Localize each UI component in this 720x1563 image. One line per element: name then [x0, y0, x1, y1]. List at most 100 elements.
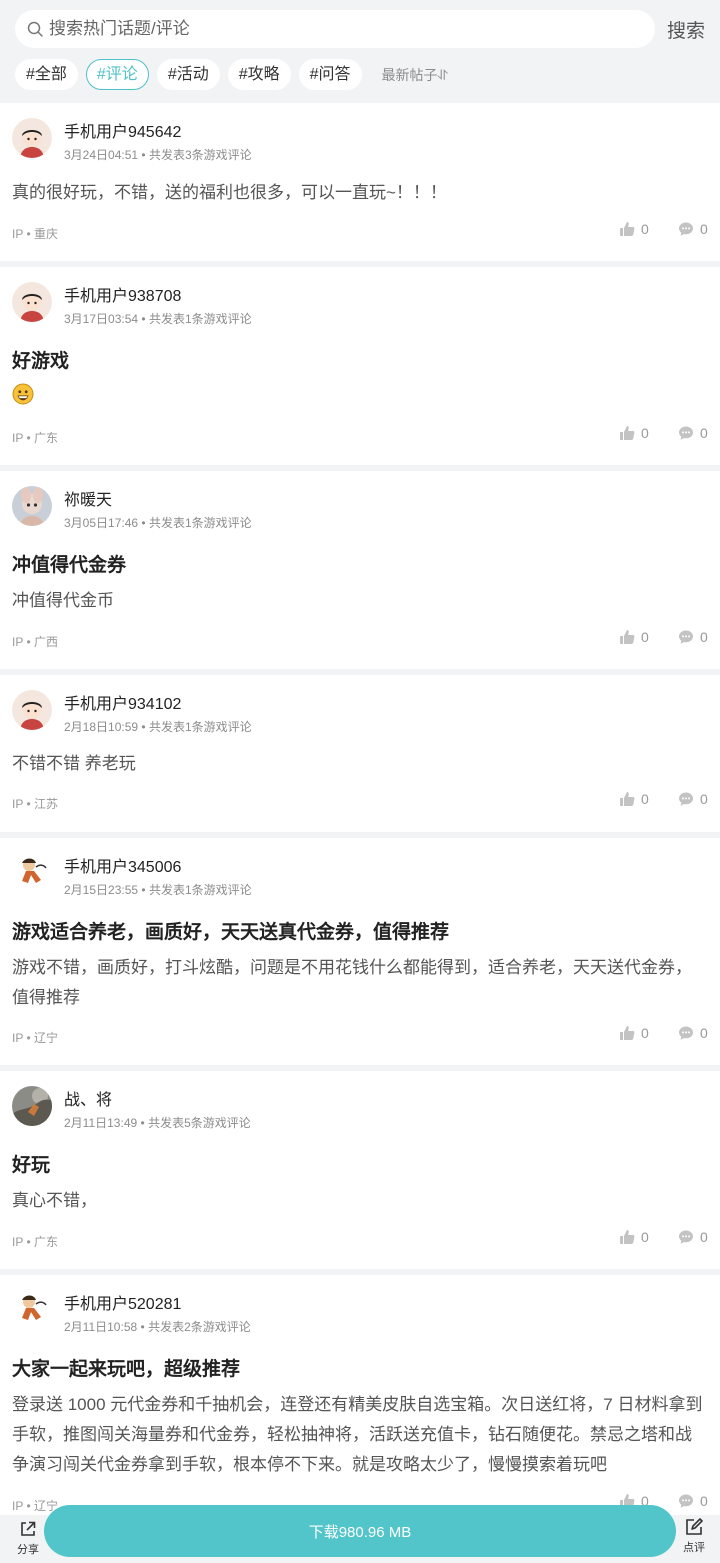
post-body: 真心不错，	[12, 1191, 97, 1210]
filter-chip-qa[interactable]: #问答	[298, 59, 362, 90]
meta-separator: •	[141, 312, 146, 326]
sort-latest-button[interactable]: 最新帖子⥯	[382, 65, 448, 85]
post-time: 3月24日04:51	[64, 148, 139, 162]
search-bar[interactable]	[15, 10, 655, 48]
filter-chip-event[interactable]: #活动	[156, 59, 220, 90]
post-title: 大家一起来玩吧，超级推荐	[12, 1359, 241, 1380]
loc-separator: •	[26, 431, 31, 445]
post-meta: 2月11日10:58 • 共发表2条游戏评论	[64, 1318, 251, 1335]
like-button[interactable]: 0	[619, 629, 649, 645]
avatar[interactable]	[12, 853, 52, 893]
review-label: 点评	[683, 1542, 705, 1554]
post-title: 好玩	[12, 1155, 51, 1176]
like-button[interactable]: 0	[619, 425, 649, 441]
meta-separator: •	[140, 1116, 145, 1130]
thumbs-up-icon	[620, 426, 635, 440]
post-card[interactable]: 祢暖天 3月05日17:46 • 共发表1条游戏评论冲值得代金券 冲值得代金币 IP …	[0, 471, 720, 669]
like-button[interactable]: 0	[619, 221, 649, 237]
like-button[interactable]: 0	[619, 791, 649, 807]
post-username[interactable]: 手机用户345006	[64, 853, 181, 877]
ip-label: IP	[12, 1031, 24, 1045]
comment-icon	[679, 222, 693, 236]
location-name: 广西	[34, 635, 59, 649]
download-button[interactable]: 下载980.96 MB	[44, 1505, 676, 1557]
comment-count: 0	[700, 221, 708, 237]
post-username[interactable]: 手机用户945642	[64, 118, 181, 142]
thumbs-up-icon	[620, 1026, 635, 1040]
post-username[interactable]: 祢暖天	[64, 486, 112, 510]
edit-icon	[686, 1518, 703, 1535]
location-name: 重庆	[34, 227, 59, 241]
loc-separator: •	[26, 1235, 31, 1249]
search-input[interactable]	[49, 10, 639, 48]
post-username[interactable]: 手机用户938708	[64, 282, 181, 306]
comment-button[interactable]: 0	[678, 629, 708, 645]
comment-button[interactable]: 0	[678, 1229, 708, 1245]
share-button[interactable]: 分享	[14, 1519, 42, 1557]
avatar[interactable]	[12, 118, 52, 158]
filter-chip-all[interactable]: #全部	[15, 59, 78, 90]
post-card[interactable]: 手机用户938708 3月17日03:54 • 共发表1条游戏评论 好游戏 IP • …	[0, 267, 720, 465]
post-meta: 3月24日04:51 • 共发表3条游戏评论	[64, 146, 252, 163]
meta-separator: •	[141, 720, 146, 734]
filter-chip-guide[interactable]: #攻略	[227, 59, 291, 90]
like-count: 0	[641, 221, 649, 237]
comment-button[interactable]: 0	[678, 221, 708, 237]
like-button[interactable]: 0	[619, 1229, 649, 1245]
thumbs-up-icon	[620, 1230, 635, 1244]
post-body: 真的很好玩，不错，送的福利也很多，可以一直玩~！！！	[12, 183, 447, 202]
grinning-face-icon	[12, 383, 34, 405]
post-location: IP • 广东	[12, 1233, 58, 1250]
loc-separator: •	[26, 797, 31, 811]
ip-label: IP	[12, 227, 24, 241]
location-name: 广东	[34, 431, 59, 445]
post-username[interactable]: 手机用户520281	[64, 1290, 181, 1314]
post-location: IP • 广西	[12, 633, 58, 650]
meta-separator: •	[141, 516, 146, 530]
comment-button[interactable]: 0	[678, 425, 708, 441]
avatar[interactable]	[12, 486, 52, 526]
location-name: 广东	[34, 1235, 59, 1249]
post-title: 冲值得代金券	[12, 555, 127, 576]
post-card[interactable]: 手机用户934102 2月18日10:59 • 共发表1条游戏评论 不错不错 养老玩…	[0, 675, 720, 832]
like-button[interactable]: 0	[619, 1025, 649, 1041]
post-emoji	[12, 383, 34, 405]
comment-icon	[679, 1026, 693, 1040]
comment-icon	[679, 792, 693, 806]
post-username[interactable]: 战、将	[64, 1086, 112, 1110]
comment-button[interactable]: 0	[678, 791, 708, 807]
post-time: 2月15日23:55	[64, 883, 139, 897]
avatar[interactable]	[12, 1290, 52, 1330]
ip-label: IP	[12, 431, 24, 445]
post-time: 2月18日10:59	[64, 720, 139, 734]
post-time: 2月11日13:49	[64, 1116, 138, 1130]
post-body: 登录送 1000 元代金券和千抽机会，连登还有精美皮肤自选宝箱。次日送红将，7 …	[12, 1395, 703, 1474]
search-icon	[27, 21, 43, 37]
comment-count: 0	[700, 1229, 708, 1245]
loc-separator: •	[26, 1031, 31, 1045]
loc-separator: •	[26, 227, 31, 241]
avatar[interactable]	[12, 690, 52, 730]
post-card[interactable]: 战、将 2月11日13:49 • 共发表5条游戏评论 好玩 真心不错， IP • 广东 0…	[0, 1071, 720, 1269]
post-review-count: 共发表1条游戏评论	[148, 720, 252, 734]
top-area: 搜索 #全部 #评论 #活动 #攻略 #问答 最新帖子⥯	[0, 0, 720, 103]
post-card[interactable]: 手机用户345006 2月15日23:55 • 共发表1条游戏评论 游戏适合养老，画…	[0, 838, 720, 1065]
search-button[interactable]: 搜索	[667, 16, 705, 43]
post-meta: 2月18日10:59 • 共发表1条游戏评论	[64, 718, 252, 735]
post-body: 游戏不错，画质好，打斗炫酷，问题是不用花钱什么都能得到，适合养老，天天送代金券，…	[12, 958, 692, 1007]
post-location: IP • 辽宁	[12, 1029, 58, 1046]
post-review-count: 共发表1条游戏评论	[148, 883, 252, 897]
location-name: 辽宁	[34, 1031, 59, 1045]
post-time: 2月11日10:58	[64, 1320, 138, 1334]
post-location: IP • 广东	[12, 429, 58, 446]
avatar[interactable]	[12, 282, 52, 322]
post-card[interactable]: 手机用户945642 3月24日04:51 • 共发表3条游戏评论真的很好玩，不错…	[0, 103, 720, 261]
post-meta: 3月05日17:46 • 共发表1条游戏评论	[64, 514, 252, 531]
post-card[interactable]: 手机用户520281 2月11日10:58 • 共发表2条游戏评论大家一起来玩吧，…	[0, 1275, 720, 1515]
filter-chip-review[interactable]: #评论	[85, 59, 149, 90]
post-username[interactable]: 手机用户934102	[64, 690, 181, 714]
review-button[interactable]: 点评	[680, 1517, 708, 1555]
avatar[interactable]	[12, 1086, 52, 1126]
comment-button[interactable]: 0	[678, 1025, 708, 1041]
post-body: 冲值得代金币	[12, 591, 114, 610]
